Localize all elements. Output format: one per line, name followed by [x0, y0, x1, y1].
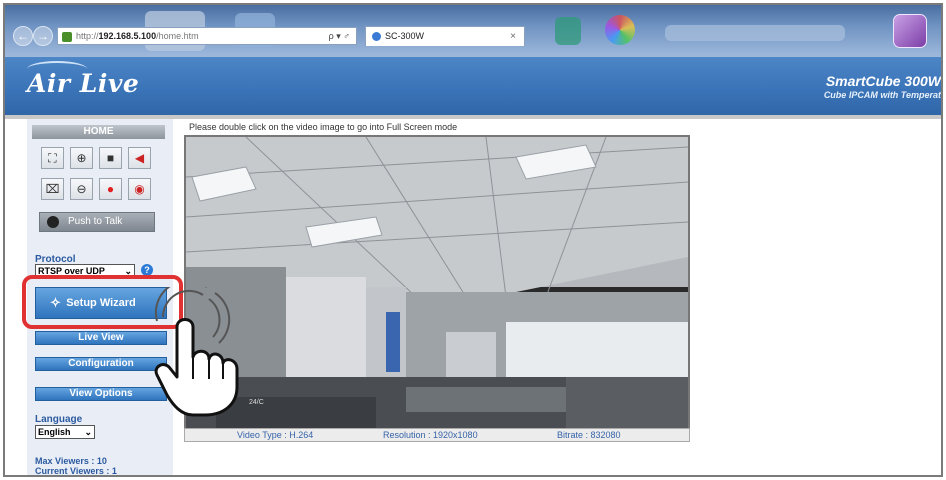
- airlive-logo: Air Live: [27, 69, 140, 98]
- app-icon[interactable]: [893, 14, 927, 48]
- fullscreen-instruction: Please double click on the video image t…: [189, 122, 458, 132]
- address-controls[interactable]: ρ ▾ ♂: [329, 28, 350, 44]
- product-name: SmartCube 300W: [825, 73, 941, 89]
- view-options-button[interactable]: View Options: [35, 387, 167, 401]
- current-viewers: Current Viewers : 1: [35, 466, 117, 476]
- tab-title: SC-300W: [385, 31, 425, 41]
- favicon-icon: [62, 31, 72, 42]
- mic-button[interactable]: ◉: [128, 178, 151, 200]
- fullscreen-button[interactable]: ⛶: [41, 147, 64, 169]
- video-scene: [186, 137, 688, 440]
- microphone-icon: ◉: [134, 182, 145, 196]
- url-domain: 192.168.5.100: [98, 31, 157, 41]
- zoom-in-button[interactable]: ⊕: [70, 147, 93, 169]
- fullscreen-icon: ⛶: [48, 151, 57, 165]
- configuration-button[interactable]: Configuration: [35, 357, 167, 371]
- language-value: English: [38, 427, 71, 437]
- back-button[interactable]: ←: [13, 26, 33, 46]
- video-type: Video Type : H.264: [237, 430, 314, 440]
- video-info-bar: Video Type : H.264 Resolution : 1920x108…: [184, 428, 690, 442]
- speaker-icon: ◀: [134, 151, 145, 165]
- pointing-hand-icon: [154, 287, 239, 417]
- live-view-button[interactable]: Live View: [35, 331, 167, 345]
- browser-toolbar: ← → http://192.168.5.100/home.htm ρ ▾ ♂ …: [5, 5, 941, 57]
- tab-close-icon[interactable]: ×: [510, 27, 516, 46]
- desktop-blur: [555, 17, 581, 45]
- record-icon: ●: [106, 182, 115, 196]
- url-path: /home.htm: [156, 31, 199, 41]
- max-viewers: Max Viewers : 10: [35, 456, 107, 466]
- video-bitrate: Bitrate : 832080: [557, 430, 621, 440]
- sidebar: HOME ⛶ ⊕ ■ ◀ ⌧ ⊖ ● ◉ Push to Talk Protoc…: [22, 119, 183, 476]
- video-overlay-timestamp: 24/C: [249, 399, 264, 406]
- forward-button[interactable]: →: [33, 26, 53, 46]
- snapshot-button[interactable]: ■: [99, 147, 122, 169]
- audio-button[interactable]: ◀: [128, 147, 151, 169]
- camera-icon: ■: [106, 151, 115, 165]
- language-label: Language: [35, 414, 83, 425]
- zoom-in-icon: ⊕: [76, 151, 87, 165]
- video-resolution: Resolution : 1920x1080: [383, 430, 478, 440]
- live-video-view[interactable]: [184, 135, 690, 442]
- zoom-out-icon: ⊖: [76, 182, 87, 196]
- push-to-talk-button[interactable]: Push to Talk: [39, 212, 155, 232]
- desktop-blur: [665, 25, 845, 41]
- url-prefix: http://: [76, 31, 99, 41]
- speaker-head-icon: [47, 216, 59, 228]
- tab-favicon-icon: [372, 32, 381, 42]
- zoom-out-button[interactable]: ⊖: [70, 178, 93, 200]
- product-subtitle: Cube IPCAM with Temperat: [823, 90, 941, 100]
- browser-tab[interactable]: SC-300W ×: [365, 26, 525, 46]
- fit-screen-button[interactable]: ⌧: [41, 178, 64, 200]
- home-header[interactable]: HOME: [32, 125, 165, 139]
- fit-screen-icon: ⌧: [45, 182, 60, 196]
- chevron-down-icon: ⌄: [84, 427, 92, 437]
- address-bar[interactable]: http://192.168.5.100/home.htm ρ ▾ ♂: [57, 27, 357, 45]
- screenshot-frame: ← → http://192.168.5.100/home.htm ρ ▾ ♂ …: [3, 3, 943, 477]
- record-button[interactable]: ●: [99, 178, 122, 200]
- language-select[interactable]: English ⌄: [35, 425, 95, 439]
- desktop-blur: [605, 15, 635, 45]
- site-header: Air Live SmartCube 300W Cube IPCAM with …: [5, 57, 941, 115]
- push-to-talk-label: Push to Talk: [68, 216, 123, 227]
